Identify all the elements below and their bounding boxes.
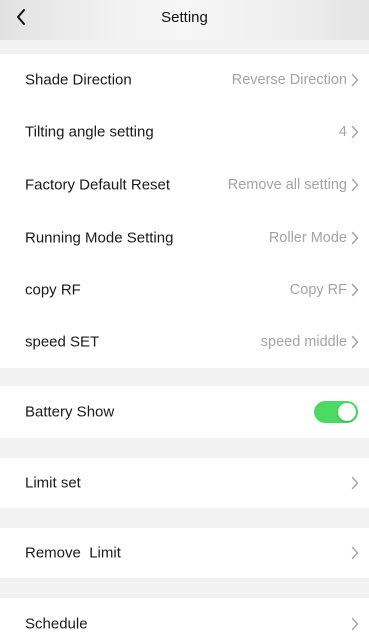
running-mode-value: Roller Mode (268, 230, 347, 246)
section-separator (0, 578, 369, 598)
remove-limit-label: Remove Limit (25, 544, 121, 562)
tilting-angle-value: 4 (338, 124, 347, 140)
schedule-row[interactable]: Schedule (0, 598, 369, 635)
speed-set-row[interactable]: speed SET speed middle (0, 316, 369, 368)
running-mode-label: Running Mode Setting (25, 229, 174, 247)
tilting-angle-label: Tilting angle setting (25, 123, 154, 141)
factory-reset-row[interactable]: Factory Default Reset Remove all setting (0, 159, 369, 211)
section-separator (0, 508, 369, 528)
chevron-right-icon (351, 617, 359, 631)
battery-show-label: Battery Show (25, 403, 115, 421)
factory-reset-label: Factory Default Reset (25, 176, 171, 194)
speed-set-label: speed SET (25, 333, 100, 351)
section-separator (0, 368, 369, 386)
remove-limit-row[interactable]: Remove Limit (0, 528, 369, 578)
toggle-knob (338, 403, 356, 421)
chevron-right-icon (351, 546, 359, 560)
battery-show-toggle[interactable] (314, 401, 358, 423)
shade-direction-label: Shade Direction (25, 71, 132, 89)
chevron-right-icon (351, 283, 359, 297)
copy-rf-value: Copy RF (289, 282, 347, 298)
chevron-right-icon (351, 476, 359, 490)
copy-rf-row[interactable]: copy RF Copy RF (0, 264, 369, 316)
limit-set-row[interactable]: Limit set (0, 458, 369, 508)
page-title: Setting (161, 9, 208, 26)
shade-direction-row[interactable]: Shade Direction Reverse Direction (0, 54, 369, 106)
shade-direction-value: Reverse Direction (231, 72, 347, 88)
limit-set-label: Limit set (25, 474, 81, 492)
copy-rf-label: copy RF (25, 281, 81, 299)
factory-reset-value: Remove all setting (227, 177, 347, 193)
speed-set-value: speed middle (260, 334, 347, 350)
chevron-right-icon (351, 178, 359, 192)
schedule-label: Schedule (25, 615, 88, 633)
header-bar: Setting (0, 0, 369, 40)
chevron-right-icon (351, 125, 359, 139)
chevron-right-icon (351, 73, 359, 87)
chevron-right-icon (351, 231, 359, 245)
section-separator (0, 40, 369, 54)
tilting-angle-row[interactable]: Tilting angle setting 4 (0, 106, 369, 158)
running-mode-row[interactable]: Running Mode Setting Roller Mode (0, 212, 369, 264)
section-separator (0, 438, 369, 458)
chevron-right-icon (351, 335, 359, 349)
battery-show-row: Battery Show (0, 386, 369, 438)
